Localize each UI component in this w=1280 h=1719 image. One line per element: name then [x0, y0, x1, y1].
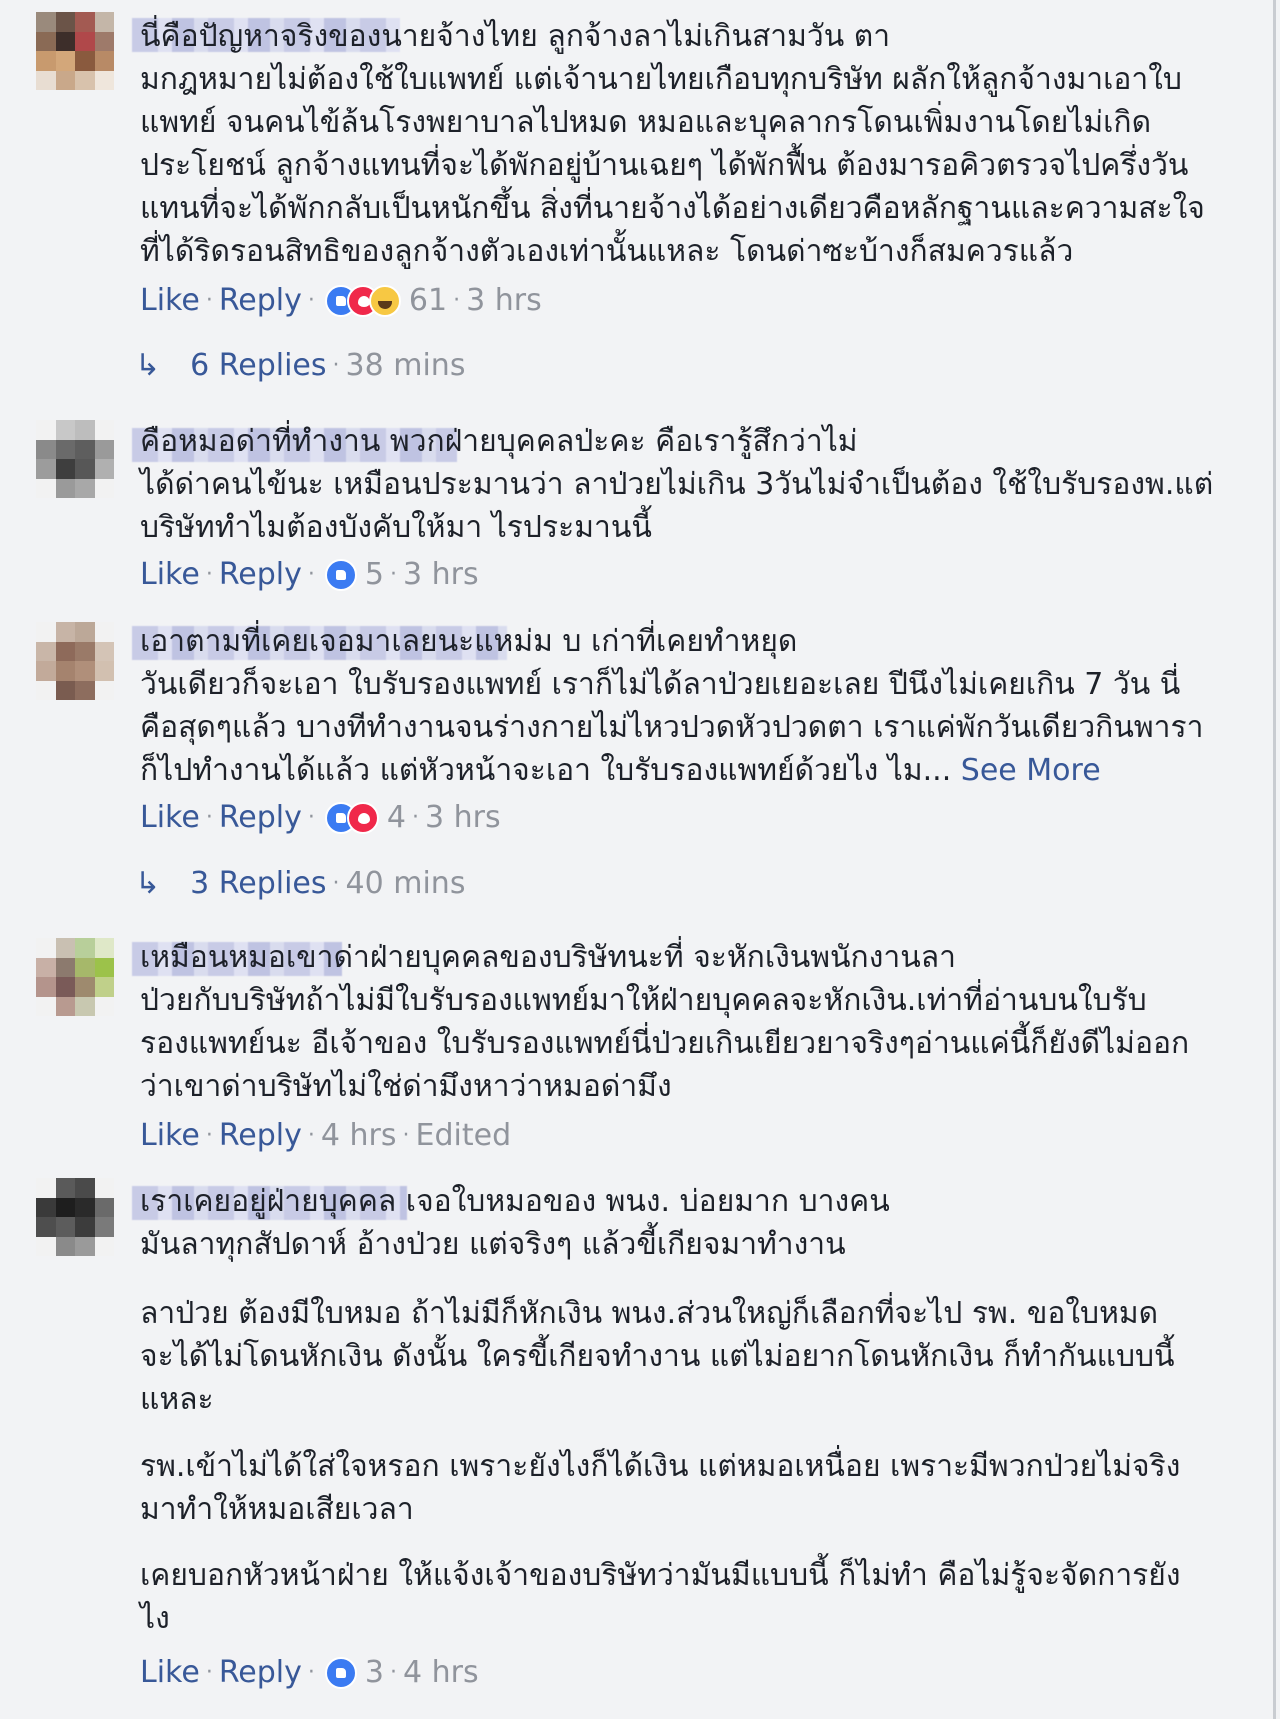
- comment-text: เอาตามที่เคยเจอมาเลยนะแหม่ม บ เก่าที่เคย…: [140, 620, 1220, 792]
- like-link[interactable]: Like: [140, 798, 200, 838]
- comment-paragraph: รพ.เข้าไม่ได้ใส่ใจหรอก เพราะยังไงก็ได้เง…: [140, 1449, 1181, 1527]
- timestamp[interactable]: 4 hrs: [403, 1653, 479, 1693]
- comment-actions: Like · Reply · 3 · 4 hrs: [140, 1653, 479, 1693]
- separator: ·: [307, 1660, 315, 1685]
- separator: ·: [412, 805, 419, 830]
- avatar[interactable]: [36, 1178, 114, 1256]
- comments-panel: นี่คือปัญหาจริงของนายจ้างไทย ลูกจ้างลาไม…: [0, 0, 1276, 1719]
- reply-link[interactable]: Reply: [219, 555, 302, 595]
- comment-actions: Like · Reply · 4 · 3 hrs: [140, 798, 501, 838]
- separator: ·: [307, 288, 315, 313]
- separator: ·: [205, 1660, 213, 1685]
- separator: ·: [332, 353, 340, 378]
- avatar[interactable]: [36, 938, 114, 1016]
- replies-count[interactable]: 3 Replies: [190, 864, 326, 904]
- reply-link[interactable]: Reply: [219, 1653, 302, 1693]
- reply-arrow-icon: ↳: [135, 348, 161, 383]
- see-more-link[interactable]: See More: [961, 753, 1101, 788]
- separator: ·: [390, 562, 397, 587]
- like-reaction-icon: [324, 559, 357, 591]
- reply-link[interactable]: Reply: [219, 281, 302, 321]
- haha-reaction-icon: [368, 285, 401, 317]
- separator: ·: [307, 562, 315, 587]
- comment-text: นี่คือปัญหาจริงของนายจ้างไทย ลูกจ้างลาไม…: [140, 19, 1205, 269]
- separator: ·: [307, 1123, 315, 1148]
- separator: ·: [453, 288, 461, 313]
- timestamp[interactable]: 4 hrs: [321, 1116, 397, 1156]
- separator: ·: [390, 1660, 397, 1685]
- edited-label[interactable]: Edited: [416, 1116, 512, 1156]
- view-replies[interactable]: ↳ 3 Replies · 40 mins: [135, 864, 465, 904]
- comment-text: คือหมอด่าที่ทำงาน พวกฝ่ายบุคคลป่ะคะ คือเ…: [140, 424, 1214, 545]
- reaction-count[interactable]: 5: [365, 555, 384, 595]
- avatar[interactable]: [36, 622, 114, 700]
- timestamp[interactable]: 3 hrs: [466, 281, 542, 321]
- separator: ·: [332, 871, 340, 896]
- reaction-count[interactable]: 4: [387, 798, 406, 838]
- love-reaction-icon: [346, 802, 379, 834]
- reactions-summary[interactable]: [324, 285, 401, 317]
- timestamp[interactable]: 3 hrs: [425, 798, 501, 838]
- reactions-summary[interactable]: [324, 802, 379, 834]
- separator: ·: [205, 805, 213, 830]
- separator: ·: [402, 1123, 410, 1148]
- separator: ·: [205, 288, 213, 313]
- reactions-summary[interactable]: [324, 1657, 357, 1689]
- avatar[interactable]: [36, 420, 114, 498]
- reply-link[interactable]: Reply: [219, 798, 302, 838]
- like-link[interactable]: Like: [140, 1653, 200, 1693]
- avatar[interactable]: [36, 12, 114, 90]
- replies-time: 40 mins: [345, 866, 466, 901]
- comment-actions: Like · Reply · 4 hrs · Edited: [140, 1116, 511, 1156]
- like-link[interactable]: Like: [140, 1116, 200, 1156]
- comment-actions: Like · Reply · 61 · 3 hrs: [140, 281, 542, 321]
- comment-text: เหมือนหมอเขาด่าฝ่ายบุคคลของบริษัทนะที่ จ…: [140, 940, 1190, 1104]
- separator: ·: [307, 805, 315, 830]
- like-link[interactable]: Like: [140, 281, 200, 321]
- comment-text: เราเคยอยู่ฝ่ายบุคคล เจอใบหมอของ พนง. บ่อ…: [140, 1184, 890, 1262]
- replies-time: 38 mins: [345, 348, 466, 383]
- comment-actions: Like · Reply · 5 · 3 hrs: [140, 555, 479, 595]
- separator: ·: [205, 562, 213, 587]
- like-link[interactable]: Like: [140, 555, 200, 595]
- reaction-count[interactable]: 61: [409, 281, 447, 321]
- comment-paragraph: ลาป่วย ต้องมีใบหมอ ถ้าไม่มีก็หักเงิน พนง…: [140, 1296, 1175, 1417]
- reply-arrow-icon: ↳: [135, 866, 161, 901]
- like-reaction-icon: [324, 1657, 357, 1689]
- separator: ·: [205, 1123, 213, 1148]
- replies-count[interactable]: 6 Replies: [190, 346, 326, 386]
- reply-link[interactable]: Reply: [219, 1116, 302, 1156]
- view-replies[interactable]: ↳ 6 Replies · 38 mins: [135, 346, 465, 386]
- comment-paragraph: เคยบอกหัวหน้าฝ่าย ให้แจ้งเจ้าของบริษัทว่…: [140, 1558, 1181, 1636]
- reaction-count[interactable]: 3: [365, 1653, 384, 1693]
- timestamp[interactable]: 3 hrs: [403, 555, 479, 595]
- reactions-summary[interactable]: [324, 559, 357, 591]
